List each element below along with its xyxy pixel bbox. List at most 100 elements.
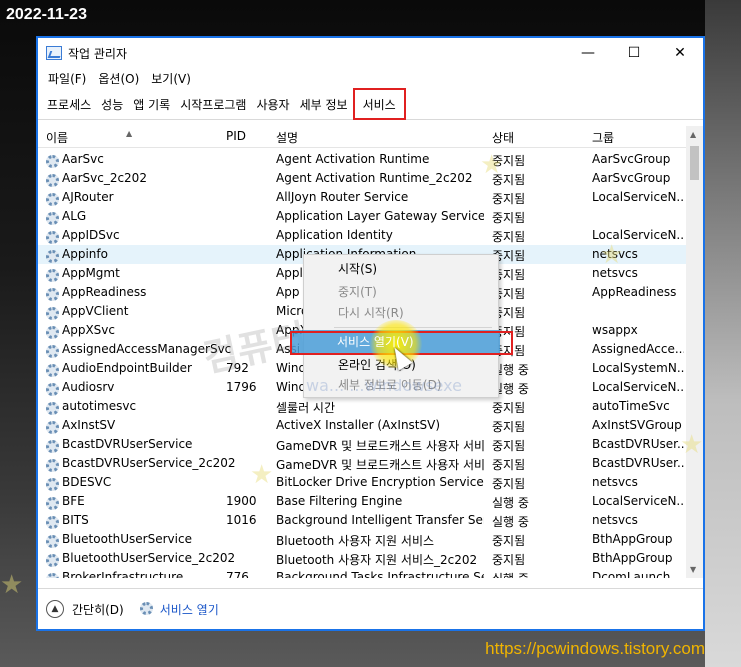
- service-group: DcomLaunch: [592, 570, 671, 578]
- menu-view[interactable]: 보기(V): [145, 70, 197, 87]
- service-name: AppVClient: [62, 304, 129, 318]
- blog-url: https://pcwindows.tistory.com: [485, 639, 705, 658]
- sort-caret-icon: ▲: [126, 129, 133, 138]
- ctx-start[interactable]: 시작(S): [338, 259, 377, 279]
- minimize-button[interactable]: —: [565, 38, 611, 68]
- service-status: 실행 중: [492, 496, 529, 510]
- service-name: BDESVC: [62, 475, 112, 489]
- maximize-button[interactable]: ☐: [611, 38, 657, 68]
- service-name: BluetoothUserService: [62, 532, 192, 546]
- service-description: Base Filtering Engine: [276, 494, 403, 508]
- service-description: GameDVR 및 브로드캐스트 사용자 서비스: [276, 458, 484, 472]
- table-row[interactable]: AarSvc_2c202 Agent Activation Runtime_2c2…: [38, 169, 686, 188]
- title-bar[interactable]: 작업 관리자 — ☐ ✕: [38, 38, 703, 68]
- service-description: BitLocker Drive Encryption Service: [276, 475, 484, 489]
- menu-file[interactable]: 파일(F): [42, 70, 92, 87]
- ctx-open-services[interactable]: 서비스 열기(V): [337, 332, 414, 352]
- service-gear-icon: [46, 191, 60, 206]
- service-description: Application Identity: [276, 228, 393, 242]
- service-gear-icon: [46, 495, 60, 510]
- table-row[interactable]: BluetoothUserService_2c202 Bluetooth 사용자 …: [38, 549, 686, 568]
- ctx-stop[interactable]: 중지(T): [338, 282, 377, 302]
- table-row[interactable]: AppIDSvc Application Identity 중지됨 LocalServ…: [38, 226, 686, 245]
- column-name[interactable]: 이름: [46, 129, 68, 146]
- fewer-details-button[interactable]: 간단히(D): [72, 601, 124, 618]
- tab-bar: 프로세스 성능 앱 기록 시작프로그램 사용자 세부 정보 서비스: [38, 88, 703, 120]
- service-group: AppReadiness: [592, 285, 677, 299]
- table-row[interactable]: BrokerInfrastructure 776 Background Tasks …: [38, 568, 686, 578]
- service-group: AxInstSVGroup: [592, 418, 682, 432]
- table-row[interactable]: autotimesvc 셀룰러 시간 중지됨 autoTimeSvc: [38, 397, 686, 416]
- table-row[interactable]: BcastDVRUserService_2c202 GameDVR 및 브로드캐스…: [38, 454, 686, 473]
- menu-options[interactable]: 옵션(O): [92, 70, 145, 87]
- service-group: BcastDVRUser...: [592, 437, 684, 451]
- service-status: 중지됨: [492, 534, 526, 548]
- service-gear-icon: [46, 419, 60, 434]
- scroll-up-icon[interactable]: ▲: [690, 130, 696, 139]
- tab-startup[interactable]: 시작프로그램: [175, 96, 251, 119]
- service-name: AxInstSV: [62, 418, 116, 432]
- service-group: LocalServiceN...: [592, 190, 684, 204]
- service-name: autotimesvc: [62, 399, 137, 413]
- table-row[interactable]: BcastDVRUserService GameDVR 및 브로드캐스트 사용자 …: [38, 435, 686, 454]
- service-group: wsappx: [592, 323, 638, 337]
- service-gear-icon: [46, 438, 60, 453]
- service-status: 중지됨: [492, 211, 526, 225]
- column-status[interactable]: 상태: [492, 129, 514, 146]
- service-description: Bluetooth 사용자 지원 서비스: [276, 534, 435, 548]
- column-description[interactable]: 설명: [276, 129, 298, 146]
- service-group: autoTimeSvc: [592, 399, 670, 413]
- scroll-thumb[interactable]: [690, 146, 699, 180]
- table-row[interactable]: ALG Application Layer Gateway Service 중지됨: [38, 207, 686, 226]
- service-status: 중지됨: [492, 401, 526, 415]
- service-status: 중지됨: [492, 192, 526, 206]
- service-gear-icon: [46, 305, 60, 320]
- service-group: BcastDVRUser...: [592, 456, 684, 470]
- service-name: BluetoothUserService_2c202: [62, 551, 236, 565]
- table-row[interactable]: AJRouter AllJoyn Router Service 중지됨 LocalSe…: [38, 188, 686, 207]
- tab-users[interactable]: 사용자: [251, 96, 294, 119]
- services-icon: [139, 602, 154, 616]
- window-title: 작업 관리자: [68, 46, 128, 61]
- service-status: 중지됨: [492, 230, 526, 244]
- service-gear-icon: [46, 400, 60, 415]
- tab-processes[interactable]: 프로세스: [42, 96, 96, 119]
- table-row[interactable]: BDESVC BitLocker Drive Encryption Service…: [38, 473, 686, 492]
- service-pid: 1016: [226, 513, 257, 527]
- tab-services[interactable]: 서비스: [352, 88, 406, 120]
- table-row[interactable]: AxInstSV ActiveX Installer (AxInstSV) 중지됨 A…: [38, 416, 686, 435]
- column-pid[interactable]: PID: [226, 129, 246, 143]
- service-name: Audiosrv: [62, 380, 115, 394]
- star-icon: ★: [680, 430, 704, 460]
- service-name: AppMgmt: [62, 266, 120, 280]
- column-group[interactable]: 그룹: [592, 129, 614, 146]
- close-button[interactable]: ✕: [657, 38, 703, 68]
- table-row[interactable]: AarSvc Agent Activation Runtime 중지됨 AarSvcG…: [38, 150, 686, 169]
- tab-app-history[interactable]: 앱 기록: [128, 96, 175, 119]
- service-gear-icon: [46, 153, 60, 168]
- service-name: BITS: [62, 513, 89, 527]
- table-row[interactable]: BITS 1016 Background Intelligent Transfer …: [38, 511, 686, 530]
- service-name: BrokerInfrastructure: [62, 570, 184, 578]
- table-row[interactable]: BluetoothUserService Bluetooth 사용자 지원 서비스…: [38, 530, 686, 549]
- service-name: AppReadiness: [62, 285, 147, 299]
- service-gear-icon: [46, 476, 60, 491]
- service-group: netsvcs: [592, 513, 638, 527]
- tab-details[interactable]: 세부 정보: [295, 96, 353, 119]
- service-pid: 1796: [226, 380, 257, 394]
- date-stamp: 2022-11-23: [6, 6, 87, 23]
- service-description: Agent Activation Runtime: [276, 152, 430, 166]
- star-icon: ★: [480, 150, 504, 180]
- table-row[interactable]: BFE 1900 Base Filtering Engine 실행 중 LocalSer…: [38, 492, 686, 511]
- task-manager-icon: [46, 46, 62, 60]
- service-status: 중지됨: [492, 420, 526, 434]
- service-name: ALG: [62, 209, 87, 223]
- vertical-scrollbar[interactable]: ▲ ▼: [686, 126, 703, 578]
- chevron-up-icon[interactable]: ▲: [46, 600, 64, 618]
- service-pid: 776: [226, 570, 249, 578]
- scroll-down-icon[interactable]: ▼: [690, 565, 696, 574]
- service-group: LocalServiceN...: [592, 494, 684, 508]
- service-group: netsvcs: [592, 475, 638, 489]
- tab-performance[interactable]: 성능: [96, 96, 128, 119]
- menu-bar: 파일(F) 옵션(O) 보기(V): [38, 68, 703, 88]
